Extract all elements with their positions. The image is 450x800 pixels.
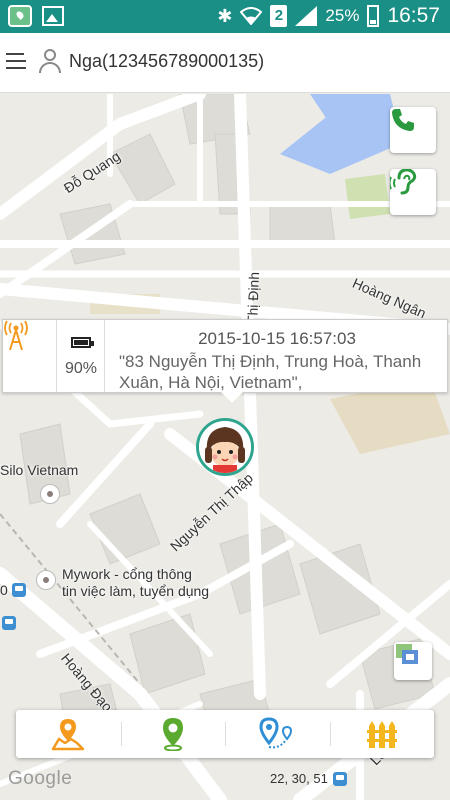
- listen-ear-icon: [390, 169, 417, 195]
- map-view[interactable]: Đỗ Quang Hoàng Ngân Thị Định Silo Vietna…: [0, 94, 450, 800]
- app-header: Nga(123456789000135): [0, 33, 450, 93]
- poi-marker-silo[interactable]: [40, 484, 60, 504]
- battery-percent: 25%: [325, 6, 360, 25]
- gallery-icon: [42, 6, 64, 26]
- listen-button[interactable]: [390, 169, 436, 215]
- location-address: "83 Nguyễn Thị Định, Trung Hoà, Thanh Xu…: [119, 352, 422, 392]
- geofence-button[interactable]: [329, 710, 435, 758]
- map-layers-button[interactable]: [394, 642, 432, 680]
- location-info-popup[interactable]: 90% 2015-10-15 16:57:03 "83 Nguyễn Thị Đ…: [2, 319, 448, 403]
- user-icon: [38, 49, 62, 75]
- poi-label-silo: Silo Vietnam: [0, 462, 79, 478]
- track-route-icon: [259, 717, 293, 749]
- google-attribution: Google: [8, 768, 73, 789]
- clock: 16:57: [387, 4, 440, 27]
- child-avatar-marker[interactable]: [196, 418, 254, 476]
- map-layers-icon: [396, 644, 418, 664]
- geofence-icon: [366, 721, 397, 748]
- battery-cell: 90%: [57, 320, 105, 392]
- poi-marker-mywork[interactable]: [36, 570, 56, 590]
- bus-route-label: 22, 30, 51: [270, 771, 347, 786]
- bottom-toolbar: [16, 710, 434, 758]
- status-bar: ✱ 2 25% 16:57: [0, 0, 450, 33]
- poi-label-mywork-line1: Mywork - cổng thông: [62, 566, 192, 582]
- wifi-icon: [240, 7, 263, 25]
- child-face-icon: [199, 421, 251, 473]
- battery-icon: [367, 5, 380, 27]
- bus-stop-icon[interactable]: [12, 583, 26, 597]
- locate-button[interactable]: [120, 710, 226, 758]
- poi-label-mywork-line2: tin việc làm, tuyển dụng: [62, 583, 210, 599]
- location-timestamp: 2015-10-15 16:57:03: [198, 329, 356, 348]
- device-name[interactable]: Nga(123456789000135): [69, 51, 264, 72]
- menu-icon[interactable]: [6, 53, 26, 71]
- sim-icon: 2: [270, 5, 288, 27]
- route-history-icon: [52, 719, 85, 751]
- cell-tower-icon: [4, 320, 28, 351]
- signal-icon: [295, 6, 318, 26]
- status-indicators: ✱ 2 25% 16:57: [217, 3, 440, 29]
- track-button[interactable]: [225, 710, 330, 758]
- bus-stop-label: 0: [0, 582, 8, 598]
- battery-level-icon: [71, 337, 94, 348]
- bus-stop-icon[interactable]: [2, 616, 16, 630]
- signal-cell: [3, 320, 57, 392]
- battery-level-text: 90%: [64, 360, 98, 377]
- history-route-button[interactable]: [16, 710, 121, 758]
- app-notification-icon: [8, 5, 32, 27]
- bus-stop-icon[interactable]: [332, 771, 347, 786]
- status-notifications: [8, 5, 64, 27]
- street-label-thi-dinh: Thị Định: [244, 271, 262, 325]
- call-button[interactable]: [390, 107, 436, 153]
- phone-call-icon: [392, 109, 414, 131]
- bus-route-numbers: 22, 30, 51: [270, 771, 328, 786]
- bluetooth-icon: ✱: [217, 6, 233, 26]
- locate-pin-icon: [162, 718, 183, 751]
